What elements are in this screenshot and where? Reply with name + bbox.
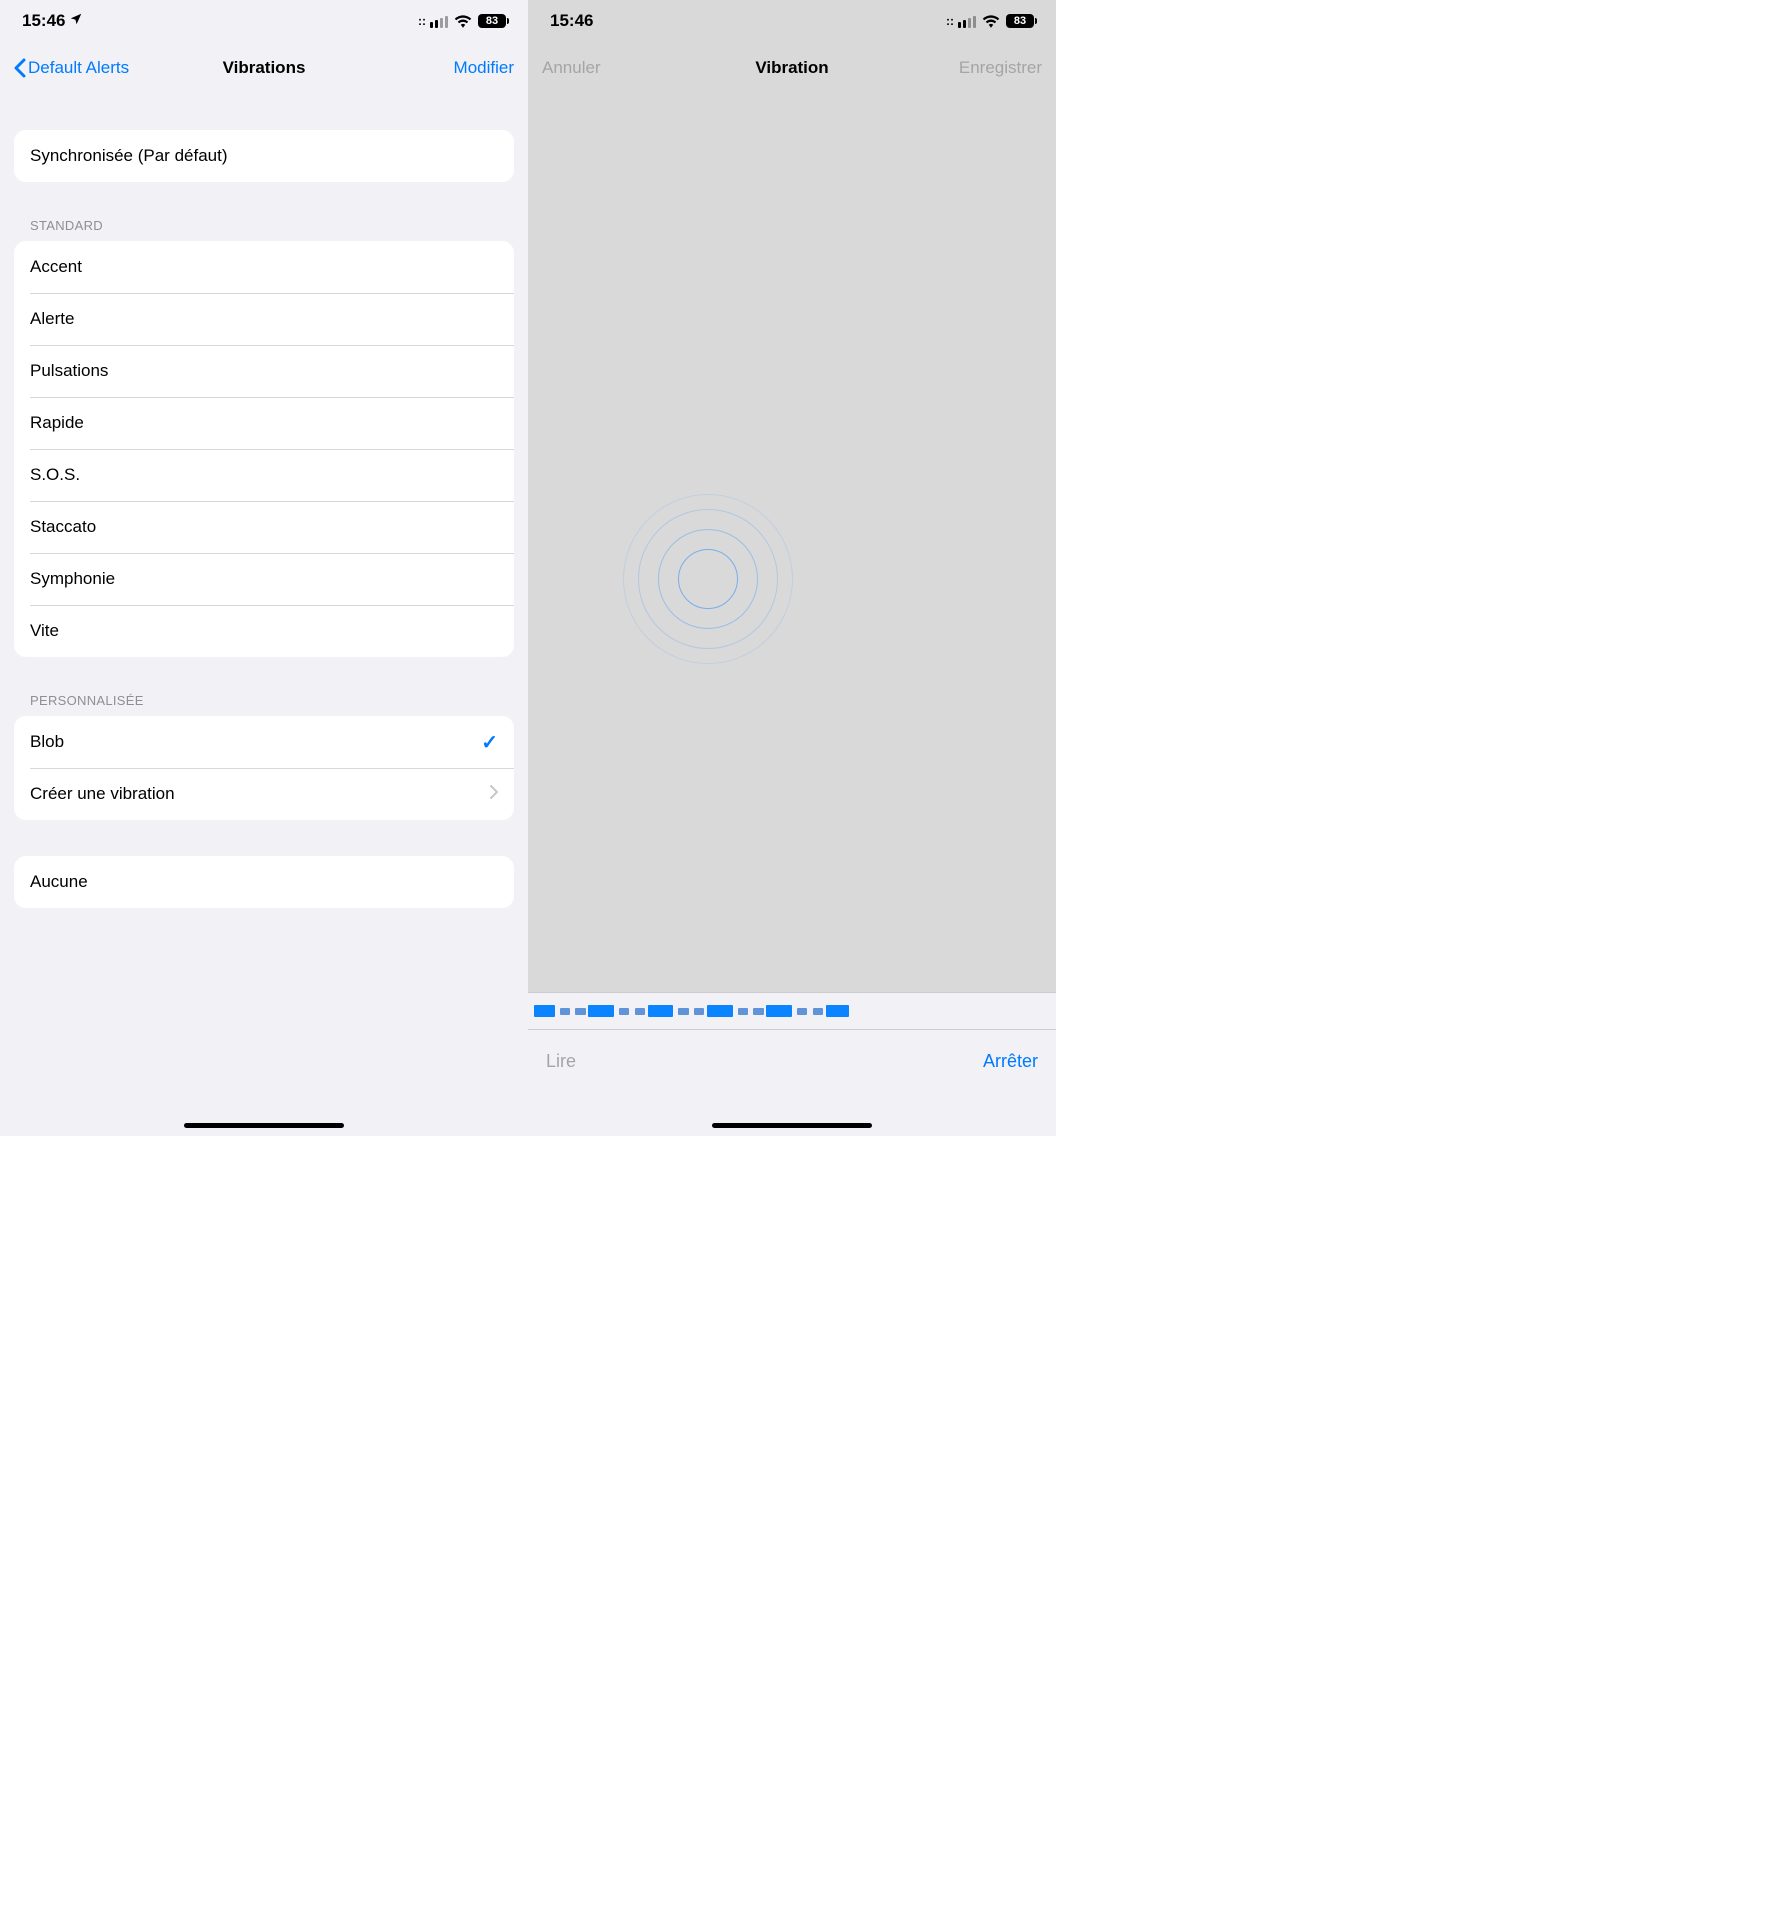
save-label: Enregistrer — [959, 58, 1042, 77]
status-bar: 15:46 :: 83 — [528, 0, 1056, 42]
row-label: Staccato — [30, 517, 96, 537]
row-label: Rapide — [30, 413, 84, 433]
row-label: Créer une vibration — [30, 784, 175, 804]
standard-vibration-row[interactable]: Accent — [14, 241, 514, 293]
row-label: Aucune — [30, 872, 88, 892]
cancel-button[interactable]: Annuler — [542, 58, 601, 78]
timeline-segment — [738, 1008, 748, 1015]
standard-vibration-row[interactable]: S.O.S. — [14, 449, 514, 501]
ripple-icon — [623, 494, 793, 664]
checkmark-icon: ✓ — [481, 730, 498, 755]
timeline-segment — [826, 1005, 849, 1017]
save-button[interactable]: Enregistrer — [959, 58, 1042, 78]
timeline-segment — [560, 1008, 570, 1015]
home-indicator — [712, 1123, 872, 1128]
nav-title: Vibrations — [223, 58, 306, 78]
timeline-segment — [588, 1005, 614, 1017]
standard-vibration-row[interactable]: Rapide — [14, 397, 514, 449]
back-label: Default Alerts — [28, 58, 129, 78]
chevron-right-icon — [490, 784, 498, 804]
timeline-segment — [635, 1008, 645, 1015]
cellular-signal-icon: :: — [418, 14, 448, 28]
custom-group: Blob ✓ Créer une vibration — [14, 716, 514, 820]
row-label: Accent — [30, 257, 82, 277]
vibration-tap-area[interactable] — [528, 94, 1056, 992]
cellular-signal-icon: :: — [946, 14, 976, 28]
standard-vibration-row[interactable]: Symphonie — [14, 553, 514, 605]
row-label: Alerte — [30, 309, 74, 329]
stop-button[interactable]: Arrêter — [983, 1051, 1038, 1072]
timeline-segment — [575, 1008, 585, 1015]
timeline-segment — [534, 1005, 555, 1017]
row-label: Synchronisée (Par défaut) — [30, 146, 228, 166]
vibration-timeline — [528, 992, 1056, 1030]
none-row[interactable]: Aucune — [14, 856, 514, 908]
timeline-segment — [678, 1008, 688, 1015]
standard-vibration-row[interactable]: Vite — [14, 605, 514, 657]
battery-icon: 83 — [478, 14, 506, 28]
row-label: S.O.S. — [30, 465, 80, 485]
wifi-icon — [454, 14, 472, 28]
create-vibration-row[interactable]: Créer une vibration — [14, 768, 514, 820]
nav-title: Vibration — [755, 58, 828, 78]
none-group: Aucune — [14, 856, 514, 908]
battery-icon: 83 — [1006, 14, 1034, 28]
custom-header: PERSONNALISÉE — [14, 693, 514, 716]
timeline-segment — [694, 1008, 704, 1015]
playback-controls: Lire Arrêter — [528, 1030, 1056, 1092]
timeline-segment — [707, 1005, 733, 1017]
home-indicator — [184, 1123, 344, 1128]
edit-button[interactable]: Modifier — [454, 58, 514, 78]
row-label: Symphonie — [30, 569, 115, 589]
timeline-segment — [797, 1008, 807, 1015]
custom-vibration-row[interactable]: Blob ✓ — [14, 716, 514, 768]
timeline-segment — [813, 1008, 823, 1015]
status-time: 15:46 — [550, 11, 593, 31]
navigation-bar: Default Alerts Vibrations Modifier — [0, 42, 528, 94]
timeline-segment — [753, 1008, 763, 1015]
navigation-bar: Annuler Vibration Enregistrer — [528, 42, 1056, 94]
wifi-icon — [982, 14, 1000, 28]
timeline-segment — [648, 1005, 674, 1017]
default-vibration-row[interactable]: Synchronisée (Par défaut) — [14, 130, 514, 182]
timeline-segment — [619, 1008, 629, 1015]
play-button[interactable]: Lire — [546, 1051, 576, 1072]
default-group: Synchronisée (Par défaut) — [14, 130, 514, 182]
standard-header: STANDARD — [14, 218, 514, 241]
row-label: Pulsations — [30, 361, 108, 381]
standard-vibration-row[interactable]: Pulsations — [14, 345, 514, 397]
location-icon — [69, 11, 83, 31]
vibration-recorder-screen: 15:46 :: 83 Annuler Vibration — [528, 0, 1056, 1136]
row-label: Blob — [30, 732, 64, 752]
standard-vibration-row[interactable]: Staccato — [14, 501, 514, 553]
status-time: 15:46 — [22, 11, 65, 31]
timeline-segment — [766, 1005, 792, 1017]
standard-vibration-row[interactable]: Alerte — [14, 293, 514, 345]
standard-group: Accent Alerte Pulsations Rapide S.O.S. Stacca… — [14, 241, 514, 657]
status-bar: 15:46 :: 83 — [0, 0, 528, 42]
row-label: Vite — [30, 621, 59, 641]
back-button[interactable]: Default Alerts — [14, 58, 129, 78]
vibrations-list-screen: 15:46 :: 83 De — [0, 0, 528, 1136]
cancel-label: Annuler — [542, 58, 601, 78]
